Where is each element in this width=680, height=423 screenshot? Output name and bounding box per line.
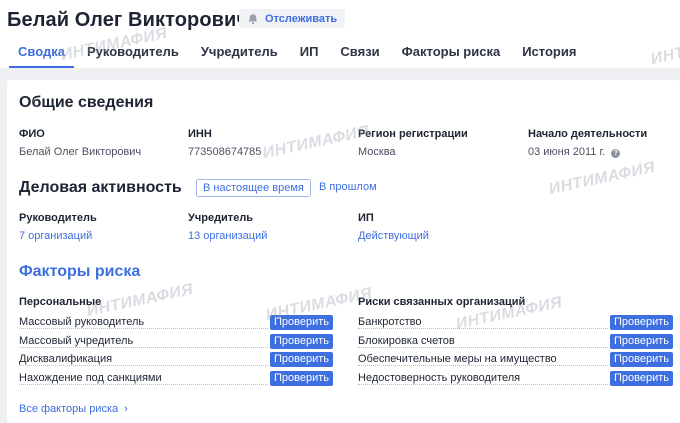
bell-icon — [248, 13, 258, 24]
dotted-leader — [19, 365, 268, 366]
tab-risk-factors[interactable]: Факторы риска — [391, 38, 512, 68]
risk-label: Нахождение под санкциями — [19, 372, 162, 384]
check-button[interactable]: Проверить — [610, 352, 673, 367]
director-link[interactable]: 7 организаций — [19, 230, 92, 242]
ip-status-link[interactable]: Действующий — [358, 230, 429, 242]
risk-label: Банкротство — [358, 316, 422, 328]
dotted-leader — [358, 347, 608, 348]
ip-label: ИП — [358, 212, 374, 224]
risk-row: Недостоверность руководителя Проверить — [358, 371, 673, 386]
risk-row: Нахождение под санкциями Проверить — [19, 371, 333, 386]
check-button[interactable]: Проверить — [610, 315, 673, 330]
risk-row: Массовый учредитель Проверить — [19, 334, 333, 349]
chevron-right-icon: › — [124, 403, 128, 415]
fio-label: ФИО — [19, 128, 45, 140]
risk-label: Массовый учредитель — [19, 335, 134, 347]
risk-label: Дисквалификация — [19, 353, 113, 365]
fio-value: Белай Олег Викторович — [19, 146, 142, 158]
page-title: Белай Олег Викторович — [7, 9, 249, 31]
page-header: Белай Олег Викторович Отслеживать Сводка… — [0, 0, 680, 68]
risk-row: Обеспечительные меры на имущество Провер… — [358, 352, 673, 367]
check-button[interactable]: Проверить — [610, 334, 673, 349]
dotted-leader — [19, 384, 268, 385]
start-date-field: 03 июня 2011 г.? — [528, 146, 621, 158]
region-label: Регион регистрации — [358, 128, 468, 140]
period-past-button[interactable]: В прошлом — [313, 179, 383, 195]
tab-connections[interactable]: Связи — [329, 38, 390, 68]
follow-button-label: Отслеживать — [265, 12, 338, 25]
inn-label: ИНН — [188, 128, 212, 140]
risk-row: Дисквалификация Проверить — [19, 352, 333, 367]
risk-label: Блокировка счетов — [358, 335, 455, 347]
period-current-button[interactable]: В настоящее время — [196, 179, 311, 197]
start-date-label: Начало деятельности — [528, 128, 648, 140]
follow-button[interactable]: Отслеживать — [239, 9, 346, 28]
general-info-heading: Общие сведения — [19, 94, 154, 111]
all-risk-factors-link[interactable]: Все факторы риска › — [19, 403, 128, 415]
all-risk-factors-label: Все факторы риска — [19, 403, 119, 415]
check-button[interactable]: Проверить — [610, 371, 673, 386]
tab-history[interactable]: История — [511, 38, 587, 68]
start-date-value: 03 июня 2011 г. — [528, 146, 606, 158]
founder-link[interactable]: 13 организаций — [188, 230, 267, 242]
risk-factors-heading: Факторы риска — [19, 263, 141, 280]
check-button[interactable]: Проверить — [270, 334, 333, 349]
tab-ip[interactable]: ИП — [289, 38, 330, 68]
inn-value: 773508674785 — [188, 146, 262, 158]
founder-label: Учредитель — [188, 212, 254, 224]
risk-label: Недостоверность руководителя — [358, 372, 521, 384]
dotted-leader — [358, 384, 608, 385]
tab-founder[interactable]: Учредитель — [190, 38, 289, 68]
dotted-leader — [358, 365, 608, 366]
dotted-leader — [19, 328, 268, 329]
dotted-leader — [19, 347, 268, 348]
check-button[interactable]: Проверить — [270, 371, 333, 386]
check-button[interactable]: Проверить — [270, 352, 333, 367]
region-value: Москва — [358, 146, 396, 158]
risk-row: Блокировка счетов Проверить — [358, 334, 673, 349]
risk-label: Обеспечительные меры на имущество — [358, 353, 557, 365]
risk-label: Массовый руководитель — [19, 316, 145, 328]
director-label: Руководитель — [19, 212, 97, 224]
question-icon[interactable]: ? — [611, 149, 621, 158]
business-activity-heading: Деловая активность — [19, 179, 182, 196]
